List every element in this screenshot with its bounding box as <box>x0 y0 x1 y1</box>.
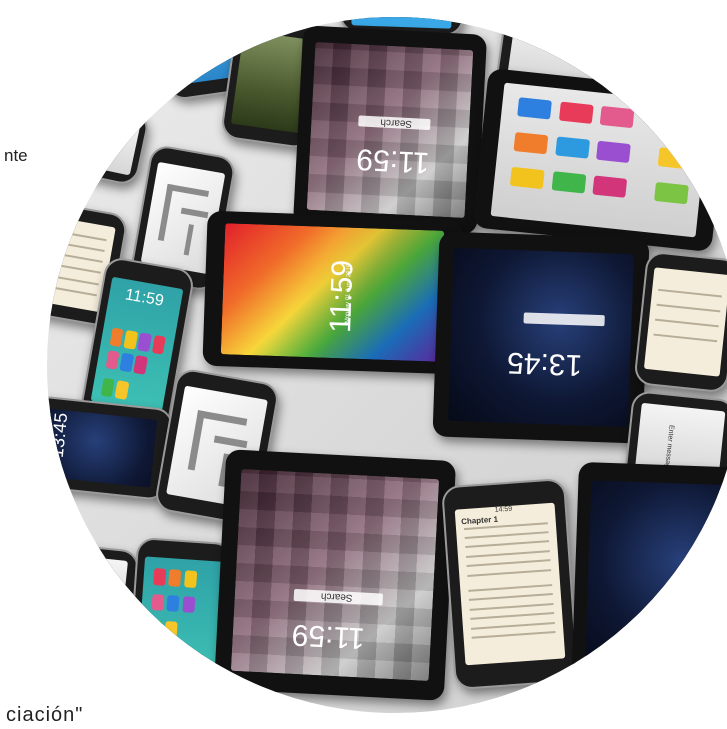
app-icon-purple <box>181 596 196 614</box>
phone-screen <box>644 267 727 377</box>
phone-book-bottom: 14:59 Chapter 1 <box>441 477 579 691</box>
text-line <box>469 612 555 621</box>
app-icon-yellow <box>123 330 138 350</box>
app-icon-blue2 <box>554 136 590 159</box>
phone-screen: 11:59 <box>137 555 223 679</box>
app-icon-red <box>151 335 167 355</box>
text-line <box>468 593 554 602</box>
maze-wall <box>180 207 209 219</box>
device-collage-image: Search 11:59 11:59 Monday 01 June 2015 1… <box>46 17 727 713</box>
tablet-screen <box>584 480 727 680</box>
app-icon-orange <box>109 327 124 348</box>
phone-book-right <box>633 250 727 394</box>
search-bar: Search <box>358 114 431 131</box>
search-label: Search <box>320 590 353 604</box>
clock-bottom-phone: 11:59 <box>153 648 189 667</box>
app-icon-lime <box>653 182 689 205</box>
app-icon-orange <box>513 132 549 155</box>
phone-screen <box>47 551 129 623</box>
tablet-screen: Search 11:59 <box>230 469 440 681</box>
book-time: 14:59 <box>494 505 513 514</box>
text-line <box>653 333 718 343</box>
text-line <box>466 568 552 577</box>
tablet-colorful-center: 11:59 Monday 01 June 2015 <box>202 210 463 375</box>
tablet-screen: 13:45 <box>447 248 635 427</box>
text-line <box>467 584 553 593</box>
maze-wall <box>196 410 248 426</box>
app-icon-magenta <box>592 175 628 198</box>
app-icon-green <box>149 619 163 637</box>
tablet-screen <box>490 82 710 238</box>
clock-left-dark-phone: 13:45 <box>46 411 71 459</box>
maze-wall <box>187 410 205 471</box>
book-chapter: Chapter 1 <box>460 514 499 527</box>
tablet-cubes-top: Search 11:59 <box>292 25 488 235</box>
text-fragment-bottom: ciación" <box>6 704 84 726</box>
text-line <box>470 621 556 630</box>
tablet-dark-right: 13:45 <box>432 231 650 444</box>
text-line <box>465 549 551 558</box>
app-icon-blue <box>119 352 134 373</box>
text-line <box>466 559 551 568</box>
text-line <box>658 288 722 298</box>
phone-screen: 11:59 <box>90 276 184 414</box>
app-icon-yellow <box>183 570 198 588</box>
phone-left-plain <box>53 97 151 187</box>
clock-right-tablet: 13:45 <box>507 345 584 382</box>
search-label: Search <box>379 116 413 129</box>
app-icon-pink <box>599 106 635 129</box>
phone-dark-left: 13:45 <box>46 390 175 502</box>
clock-bottom-tablet: 11:59 <box>291 618 366 655</box>
app-icon-green <box>551 171 586 194</box>
app-icon-red <box>152 568 167 586</box>
phone-screen: 14:59 Chapter 1 <box>454 502 566 666</box>
text-line <box>47 225 107 242</box>
text-line <box>471 630 556 639</box>
text-line <box>464 531 549 540</box>
unlock-bar <box>523 312 606 326</box>
phone-screen: 13:45 <box>46 404 158 488</box>
app-icon-blue <box>166 595 180 613</box>
app-icon-yellow <box>510 166 545 190</box>
text-line <box>464 540 550 549</box>
tablet-screen: 11:59 Monday 01 June 2015 <box>220 223 445 362</box>
tablet-dark-bottom-right <box>571 461 727 699</box>
clock-left-phone: 11:59 <box>123 286 165 311</box>
app-icon-red <box>558 101 594 124</box>
app-icon-orange <box>168 569 182 587</box>
app-icon-purple <box>137 332 152 353</box>
app-icon-pink <box>105 350 120 370</box>
text-line <box>469 602 554 611</box>
app-icon-blue <box>517 97 553 120</box>
app-icon-green <box>100 377 115 397</box>
app-icon-gold <box>657 147 693 170</box>
app-icon-magenta <box>133 355 149 375</box>
tablet-cubes-bottom: Search 11:59 <box>213 449 457 701</box>
clock-center-tablet: 11:59 <box>324 259 360 334</box>
clock-top-tablet: 11:59 <box>355 142 431 180</box>
app-icon-purple <box>595 140 631 164</box>
phone-bottom-left-plain <box>47 539 141 635</box>
text-line <box>656 303 721 313</box>
text-fragment-top: nte <box>4 146 28 165</box>
tablet-apps-top-right <box>472 67 727 253</box>
app-icon-gold <box>114 380 129 400</box>
app-icon-pink <box>151 593 165 612</box>
app-icon-gold <box>164 620 179 638</box>
phone-screen <box>350 17 454 29</box>
maze-wall <box>183 224 195 256</box>
maze-wall <box>213 435 248 448</box>
maze-wall <box>158 183 174 241</box>
text-line <box>655 318 719 328</box>
search-bar: Search <box>294 589 384 606</box>
tablet-screen: Search 11:59 <box>306 41 474 219</box>
phone-screen <box>63 108 141 176</box>
